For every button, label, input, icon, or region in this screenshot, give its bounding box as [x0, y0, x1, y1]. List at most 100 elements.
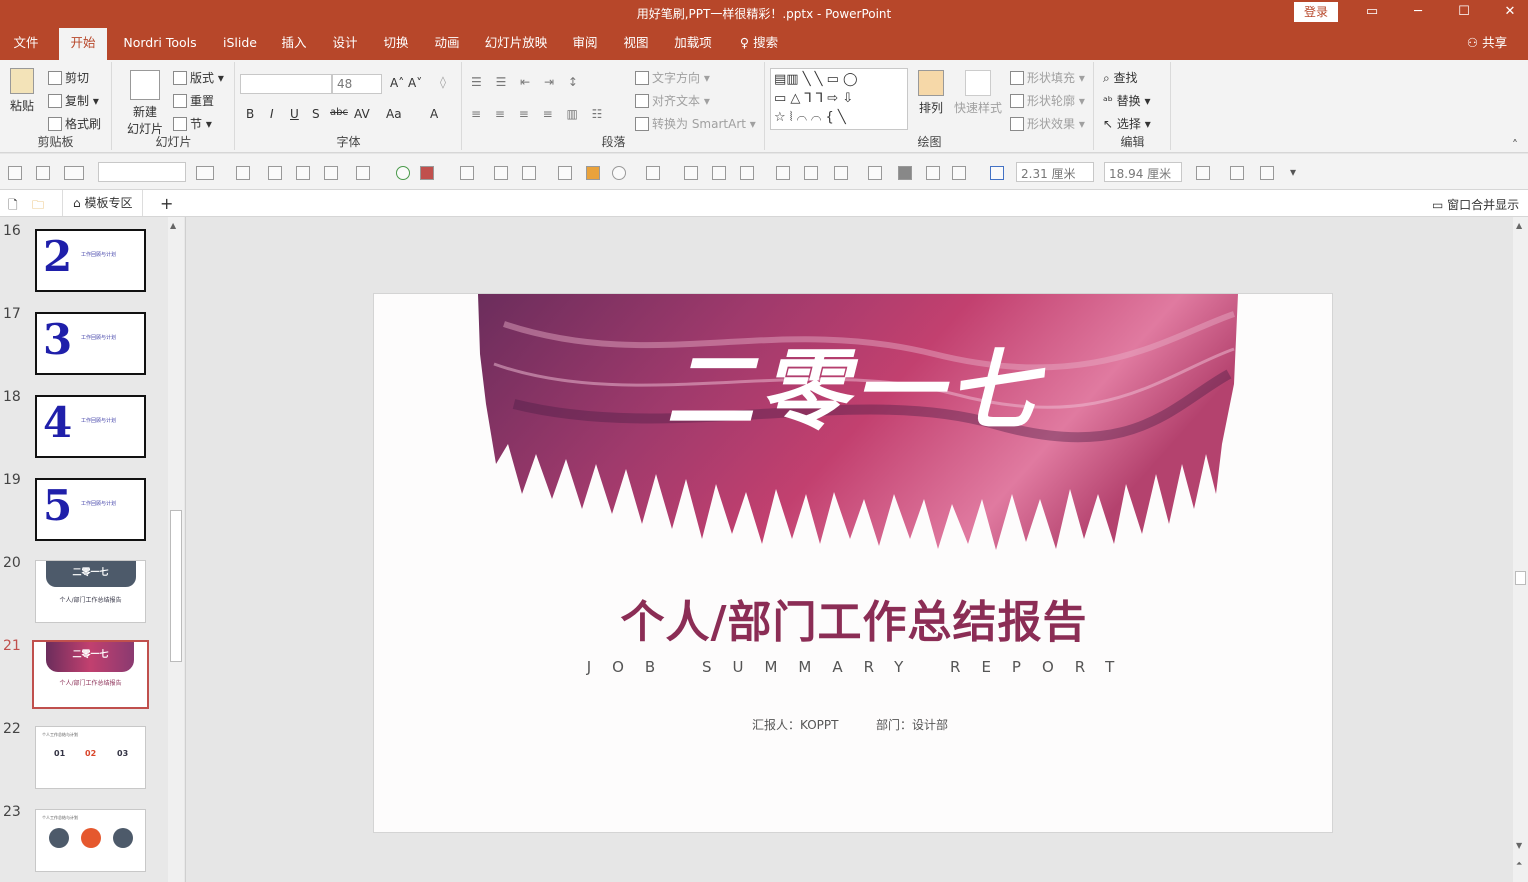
font-color-button[interactable]: A — [430, 107, 438, 121]
reset-button[interactable]: 重置 — [173, 92, 214, 109]
font-size-input[interactable]: 48 — [332, 74, 382, 94]
scroll-thumb[interactable] — [1515, 571, 1526, 585]
font-name-input[interactable] — [240, 74, 332, 94]
maximize-icon[interactable]: ☐ — [1449, 2, 1479, 22]
shape-height-input[interactable]: 2.31 厘米 — [1016, 162, 1094, 182]
tab-islide[interactable]: iSlide — [216, 26, 264, 60]
tab-addins[interactable]: 加载项 — [666, 26, 720, 60]
chart-icon[interactable] — [586, 166, 600, 180]
text-direction-button[interactable]: 文字方向 ▾ — [635, 69, 710, 86]
slide-thumbnail-20[interactable]: 二零一七 个人/部门工作总结报告 — [35, 560, 146, 623]
add-tab-icon[interactable]: + — [160, 194, 173, 213]
login-button[interactable]: 登录 — [1294, 2, 1338, 22]
circle-icon[interactable] — [396, 166, 410, 180]
section-button[interactable]: 节 ▾ — [173, 115, 212, 132]
tab-nordri-tools[interactable]: Nordri Tools — [114, 26, 206, 60]
rotate-icon[interactable] — [1260, 166, 1274, 180]
customize-toolbar-icon[interactable]: ▾ — [1290, 165, 1296, 179]
resize-icon[interactable] — [712, 166, 726, 180]
tell-me-search[interactable]: ♀ 搜索 — [734, 26, 784, 60]
shape-merge-icon[interactable] — [646, 166, 660, 180]
tab-design[interactable]: 设计 — [323, 26, 367, 60]
shape-outline-button[interactable]: 形状轮廓 ▾ — [1010, 92, 1085, 109]
paste-button[interactable]: 粘贴 — [4, 68, 40, 114]
copy-button[interactable]: 复制 ▾ — [48, 92, 99, 109]
size-lock-icon[interactable] — [1196, 166, 1210, 180]
collapse-ribbon-icon[interactable]: ˄ — [1512, 138, 1518, 152]
change-case-button[interactable]: Aa — [386, 107, 402, 121]
align-text-button[interactable]: 对齐文本 ▾ — [635, 92, 710, 109]
minimize-icon[interactable]: ─ — [1403, 2, 1433, 22]
scroll-down-icon[interactable]: ▼ — [1516, 841, 1522, 850]
scroll-thumb[interactable] — [170, 510, 182, 662]
eyedropper-icon[interactable] — [494, 166, 508, 180]
arrange-button[interactable]: 排列 — [914, 70, 948, 116]
cut-button[interactable]: 剪切 — [48, 69, 89, 86]
align-icon[interactable] — [36, 166, 50, 180]
new-document-icon[interactable]: 🗋 — [8, 196, 18, 217]
slide-thumbnail-17[interactable]: 3 工作回顾与计划 — [35, 312, 146, 375]
close-icon[interactable]: ✕ — [1495, 2, 1525, 22]
grid-icon[interactable] — [990, 166, 1004, 180]
flip-icon[interactable] — [740, 166, 754, 180]
image-icon[interactable] — [324, 166, 338, 180]
slide-thumbnail-18[interactable]: 4 工作回顾与计划 — [35, 395, 146, 458]
slide-thumbnail-22[interactable]: 个人工作总结与计划 01 02 03 — [35, 726, 146, 789]
slide-thumbnail-21[interactable]: 二零一七 个人/部门工作总结报告 — [32, 640, 149, 709]
replace-button[interactable]: ᵃᵇ 替换 ▾ — [1103, 92, 1151, 109]
layout-button[interactable]: 版式 ▾ — [173, 69, 224, 86]
grow-font-icon[interactable]: A˄ A˅ — [390, 76, 422, 90]
tab-slideshow[interactable]: 幻灯片放映 — [478, 26, 554, 60]
tab-review[interactable]: 审阅 — [563, 26, 607, 60]
slide-thumbnail-19[interactable]: 5 工作回顾与计划 — [35, 478, 146, 541]
picture-frame-icon[interactable] — [356, 166, 370, 180]
italic-button[interactable]: I — [270, 107, 274, 121]
bucket-icon[interactable] — [460, 166, 474, 180]
delete-icon[interactable] — [898, 166, 912, 180]
format-painter-button[interactable]: 格式刷 — [48, 115, 101, 132]
hash-icon[interactable] — [296, 166, 310, 180]
find-button[interactable]: ⌕ 查找 — [1103, 69, 1138, 86]
clear-format-icon[interactable]: ◊ — [440, 75, 446, 89]
ribbon-display-icon[interactable]: ▭ — [1357, 2, 1387, 22]
style-select[interactable] — [98, 162, 186, 182]
textbox-icon[interactable] — [64, 166, 84, 180]
pencil-icon[interactable] — [268, 166, 282, 180]
tab-view[interactable]: 视图 — [614, 26, 658, 60]
tab-transitions[interactable]: 切换 — [374, 26, 418, 60]
share-button[interactable]: ⚇ 共享 — [1462, 26, 1512, 60]
shape-fill-button[interactable]: 形状填充 ▾ — [1010, 69, 1085, 86]
tab-insert[interactable]: 插入 — [272, 26, 316, 60]
crop-icon[interactable] — [196, 166, 214, 180]
folder-icon[interactable]: 🗀 — [32, 196, 44, 217]
outline-icon[interactable] — [522, 166, 536, 180]
ungroup-icon[interactable] — [952, 166, 966, 180]
select-button[interactable]: ↖ 选择 ▾ — [1103, 115, 1151, 132]
text-effect-icon[interactable] — [236, 166, 250, 180]
thumbnail-scrollbar[interactable]: ▲ — [168, 217, 184, 882]
crop-frame-icon[interactable] — [684, 166, 698, 180]
selection-pane-icon[interactable] — [868, 166, 882, 180]
prev-slide-icon[interactable]: ⏶ — [1516, 859, 1522, 869]
underline-button[interactable]: U — [290, 107, 299, 121]
char-spacing-button[interactable]: AV — [354, 107, 370, 121]
align-objects-icon[interactable] — [834, 166, 848, 180]
scroll-up-icon[interactable]: ▲ — [1516, 221, 1522, 230]
strikethrough-button[interactable]: abc — [330, 107, 348, 118]
slide-editor[interactable]: 二零一七 个人/部门工作总结报告 JOB SUMMARY REPORT 汇报人：… — [373, 293, 1333, 833]
quick-styles-button[interactable]: 快速样式 — [952, 70, 1004, 116]
new-slide-button[interactable]: 新建 幻灯片 — [117, 70, 173, 137]
scroll-up-icon[interactable]: ▲ — [170, 221, 176, 230]
shape-icon[interactable] — [612, 166, 626, 180]
editor-scrollbar[interactable]: ▲ ▼ ⏶ — [1513, 217, 1528, 882]
merge-window-button[interactable]: ▭ 窗口合并显示 — [1432, 196, 1519, 213]
fill-color-icon[interactable] — [420, 166, 434, 180]
smartart-button[interactable]: 转换为 SmartArt ▾ — [635, 115, 756, 132]
template-tab[interactable]: ⌂ 模板专区 — [62, 190, 144, 216]
dropper-icon[interactable] — [558, 166, 572, 180]
slide-thumbnail-23[interactable]: 个人工作总结与计划 — [35, 809, 146, 872]
shape-width-input[interactable]: 18.94 厘米 — [1104, 162, 1182, 182]
align-icons[interactable]: ≡ ≡ ≡ ≡ ▥ ☷ — [471, 107, 607, 121]
print-icon[interactable] — [8, 166, 22, 180]
distribute-icon[interactable] — [1230, 166, 1244, 180]
